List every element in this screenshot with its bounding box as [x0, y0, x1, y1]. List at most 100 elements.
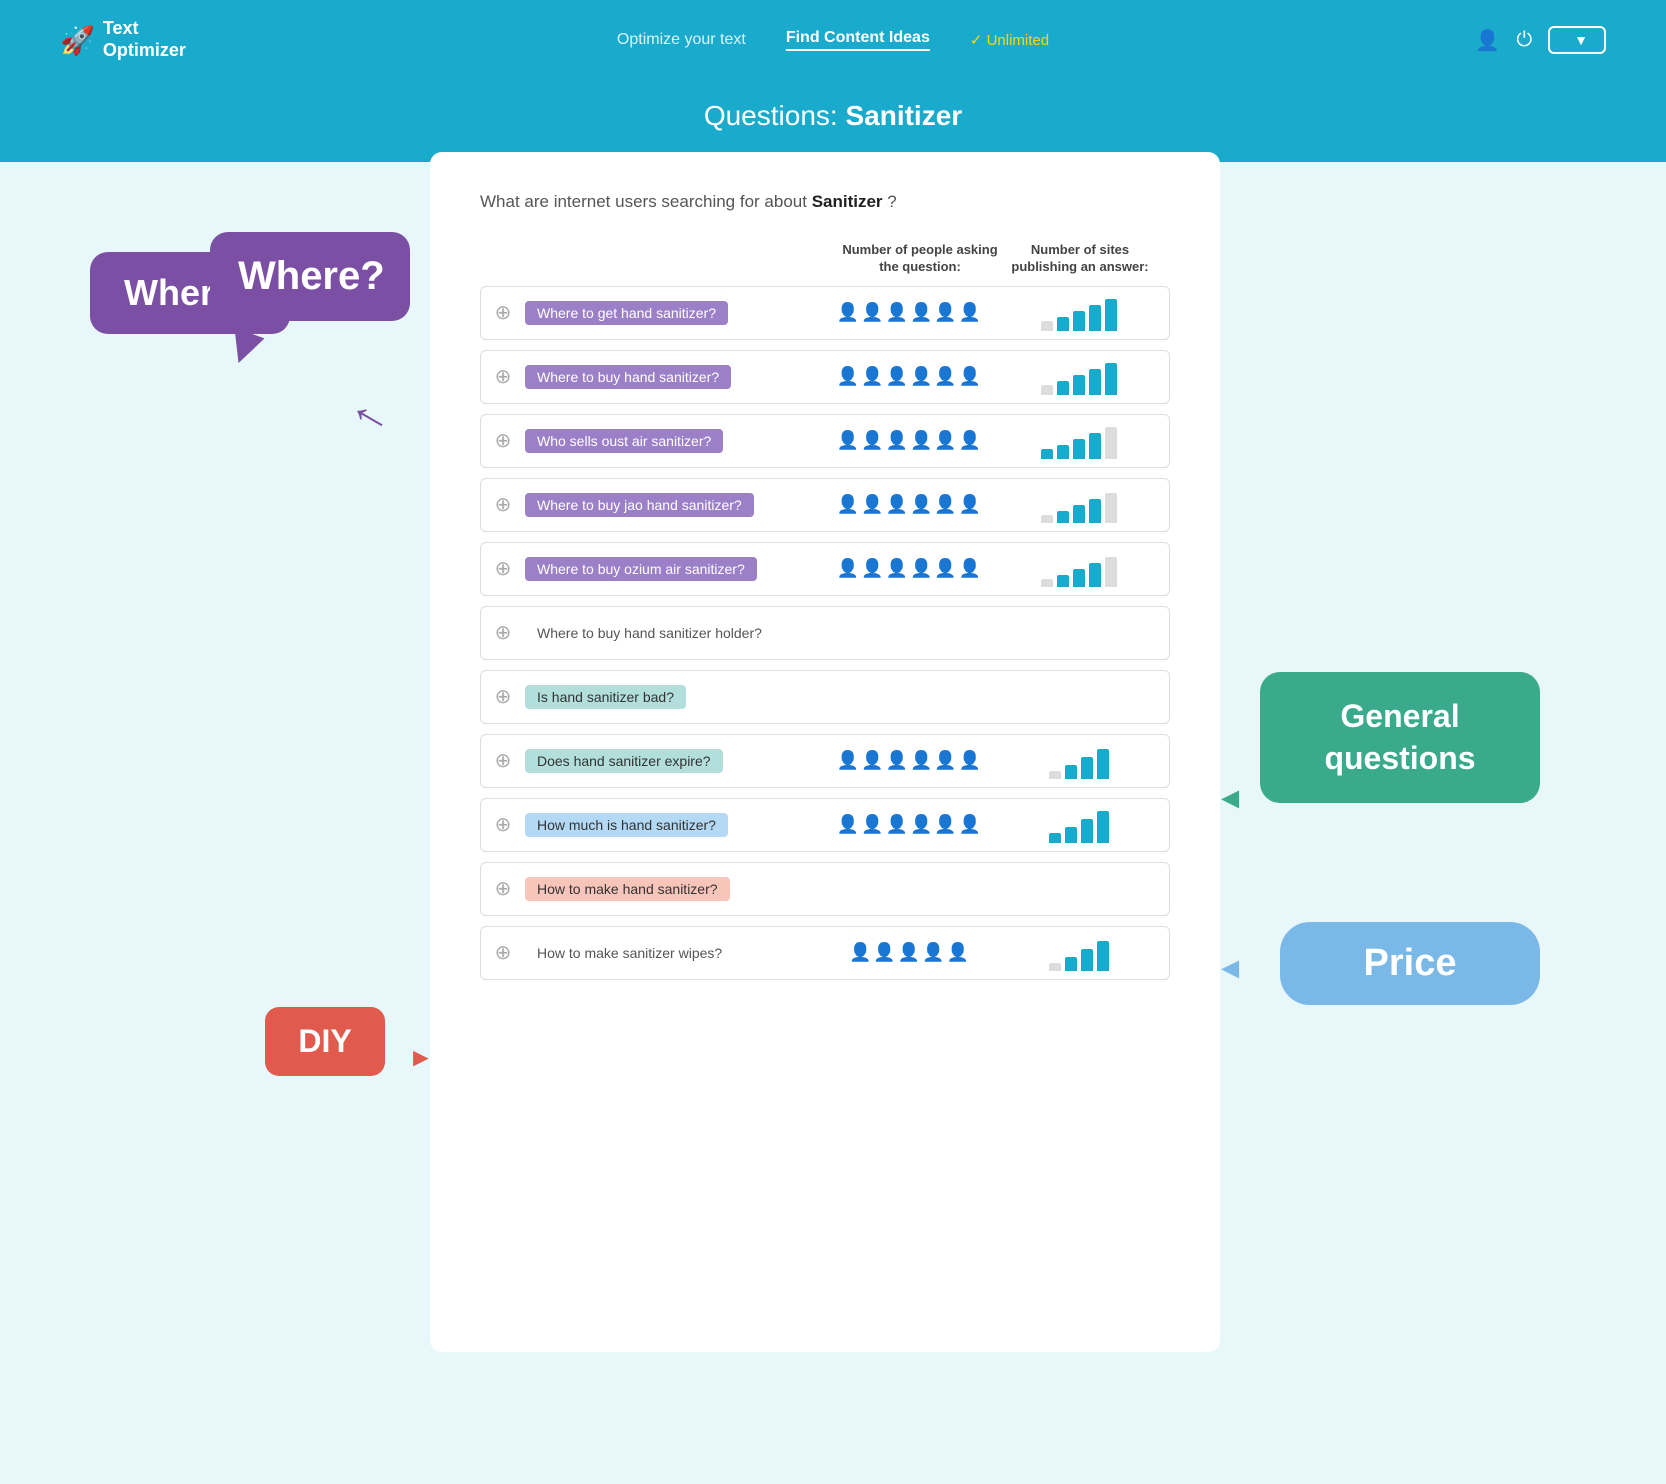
diy-arrow: ► — [408, 1042, 434, 1073]
question-tag: Does hand sanitizer expire? — [525, 749, 723, 773]
expand-icon[interactable]: ⊕ — [491, 620, 515, 645]
bar — [1041, 321, 1053, 331]
bar — [1073, 569, 1085, 587]
price-bubble: Price — [1280, 922, 1540, 1005]
people-indicator: 👤 👤 👤 👤 👤 — [829, 942, 989, 963]
person-icon: 👤 — [934, 494, 956, 515]
people-indicator: 👤 👤 👤 👤 👤 👤 — [829, 430, 989, 451]
nav-optimize[interactable]: Optimize your text — [617, 31, 746, 49]
bars-indicator — [999, 423, 1159, 459]
person-icon: 👤 — [886, 814, 908, 835]
bar — [1073, 439, 1085, 459]
table-row: ⊕ Does hand sanitizer expire? 👤 👤 👤 👤 👤 … — [480, 734, 1170, 788]
bar — [1041, 515, 1053, 523]
expand-icon[interactable]: ⊕ — [491, 876, 515, 901]
question-text: Is hand sanitizer bad? — [525, 685, 819, 709]
language-dropdown[interactable]: ▼ — [1548, 26, 1606, 54]
question-tag: Where to get hand sanitizer? — [525, 301, 728, 325]
bar — [1081, 757, 1093, 779]
power-icon[interactable]: ⏻ — [1516, 29, 1532, 52]
question-text: How to make sanitizer wipes? — [525, 941, 819, 965]
person-icon: 👤 — [910, 430, 932, 451]
diy-bubble: DIY — [265, 1007, 385, 1076]
person-icon: 👤 — [934, 302, 956, 323]
bar — [1081, 819, 1093, 843]
person-icon: 👤 — [886, 366, 908, 387]
person-icon: 👤 — [959, 430, 981, 451]
expand-icon[interactable]: ⊕ — [491, 556, 515, 581]
bar — [1089, 433, 1101, 459]
nav-find-content[interactable]: Find Content Ideas — [786, 29, 930, 51]
bars-indicator — [999, 487, 1159, 523]
person-icon: 👤 — [959, 750, 981, 771]
expand-icon[interactable]: ⊕ — [491, 428, 515, 453]
person-icon: 👤 — [934, 814, 956, 835]
person-icon: 👤 — [837, 494, 859, 515]
question-tag: Where to buy hand sanitizer? — [525, 365, 731, 389]
question-text: Does hand sanitizer expire? — [525, 749, 819, 773]
bars-indicator — [999, 935, 1159, 971]
bar — [1089, 305, 1101, 331]
question-tag: Where to buy hand sanitizer holder? — [525, 621, 774, 645]
expand-icon[interactable]: ⊕ — [491, 812, 515, 837]
bar — [1105, 557, 1117, 587]
bar — [1097, 811, 1109, 843]
person-icon: 👤 — [934, 430, 956, 451]
person-icon: 👤 — [837, 430, 859, 451]
people-indicator: 👤 👤 👤 👤 👤 👤 — [829, 366, 989, 387]
question-tag: Who sells oust air sanitizer? — [525, 429, 723, 453]
col-header-sites: Number of sites publishing an answer: — [1000, 242, 1160, 276]
bar — [1105, 363, 1117, 395]
expand-icon[interactable]: ⊕ — [491, 684, 515, 709]
question-text: How to make hand sanitizer? — [525, 877, 819, 901]
page-title-area: Questions: Sanitizer — [0, 80, 1666, 162]
person-icon: 👤 — [837, 302, 859, 323]
expand-icon[interactable]: ⊕ — [491, 300, 515, 325]
bar — [1105, 299, 1117, 331]
main-nav: Optimize your text Find Content Ideas ✓ … — [617, 29, 1049, 51]
unlimited-badge: ✓ Unlimited — [970, 31, 1049, 49]
bars-indicator — [999, 807, 1159, 843]
person-icon: 👤 — [861, 558, 883, 579]
question-text: Where to get hand sanitizer? — [525, 301, 819, 325]
expand-icon[interactable]: ⊕ — [491, 940, 515, 965]
expand-icon[interactable]: ⊕ — [491, 492, 515, 517]
bar — [1097, 941, 1109, 971]
bar — [1057, 381, 1069, 395]
person-icon: 👤 — [886, 558, 908, 579]
bar — [1089, 563, 1101, 587]
person-icon: 👤 — [959, 494, 981, 515]
user-icon[interactable]: 👤 — [1475, 28, 1500, 53]
person-icon: 👤 — [910, 302, 932, 323]
bar — [1089, 499, 1101, 523]
table-row: ⊕ Where to buy hand sanitizer holder? — [480, 606, 1170, 660]
subtitle: What are internet users searching for ab… — [480, 192, 1170, 212]
person-icon: 👤 — [861, 814, 883, 835]
bar — [1049, 833, 1061, 843]
expand-icon[interactable]: ⊕ — [491, 364, 515, 389]
logo-icon: 🚀 — [60, 24, 95, 57]
bars-indicator — [999, 679, 1159, 715]
table-row: ⊕ Where to buy jao hand sanitizer? 👤 👤 👤… — [480, 478, 1170, 532]
person-icon: 👤 — [886, 430, 908, 451]
col-header-people: Number of people asking the question: — [840, 242, 1000, 276]
general-questions-bubble: General questions — [1260, 672, 1540, 803]
person-icon: 👤 — [910, 558, 932, 579]
question-text: Where to buy hand sanitizer holder? — [525, 621, 819, 645]
person-icon: 👤 — [959, 366, 981, 387]
bars-indicator — [999, 871, 1159, 907]
expand-icon[interactable]: ⊕ — [491, 748, 515, 773]
person-icon: 👤 — [861, 494, 883, 515]
bars-indicator — [999, 359, 1159, 395]
people-indicator: 👤 👤 👤 👤 👤 👤 — [829, 558, 989, 579]
bar — [1081, 949, 1093, 971]
question-text: Where to buy jao hand sanitizer? — [525, 493, 819, 517]
bar — [1105, 493, 1117, 523]
question-text: Who sells oust air sanitizer? — [525, 429, 819, 453]
bars-indicator — [999, 743, 1159, 779]
header: 🚀 Text Optimizer Optimize your text Find… — [0, 0, 1666, 80]
person-icon: 👤 — [861, 302, 883, 323]
main-card: What are internet users searching for ab… — [430, 152, 1220, 1352]
question-tag: Where to buy jao hand sanitizer? — [525, 493, 754, 517]
bar — [1097, 749, 1109, 779]
